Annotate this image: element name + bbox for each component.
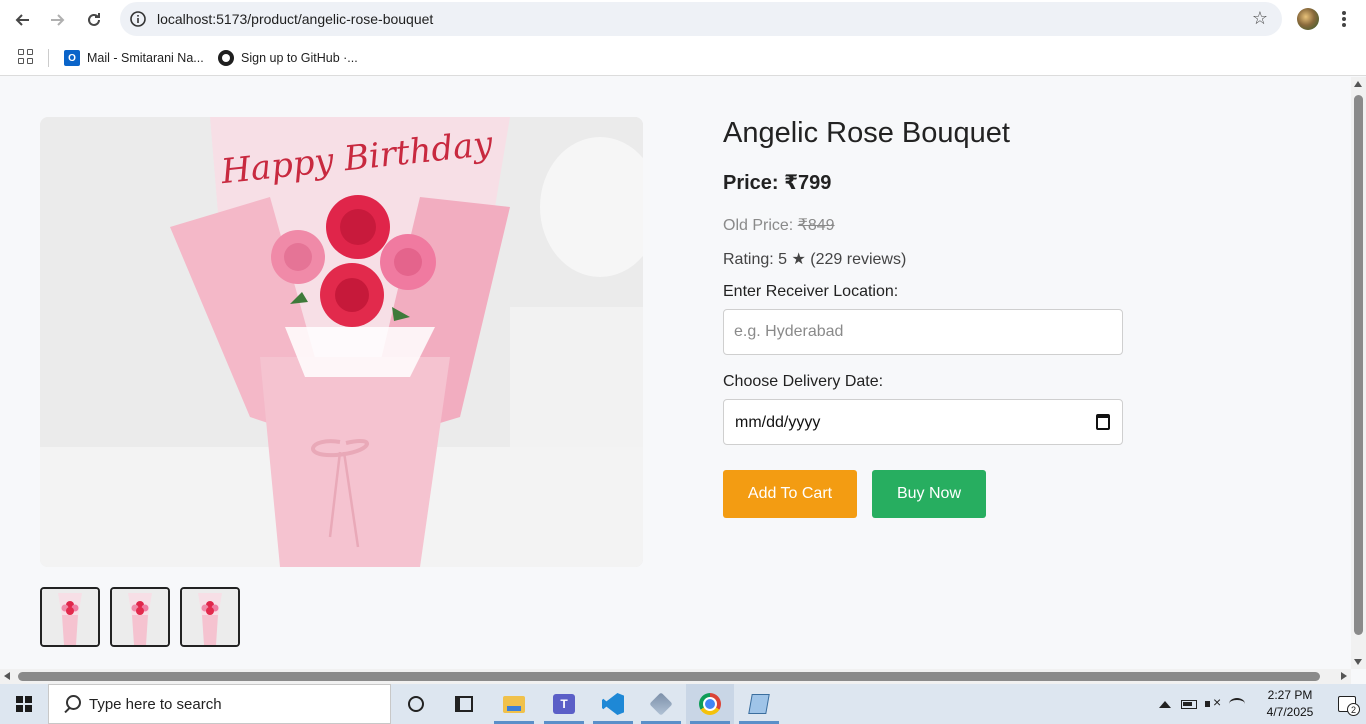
product-main-image: Happy Birthday <box>40 117 643 567</box>
product-thumbnail[interactable] <box>40 587 100 647</box>
site-info-icon[interactable] <box>128 9 148 29</box>
product-title: Angelic Rose Bouquet <box>723 117 1010 149</box>
teams-icon: T <box>553 694 575 714</box>
outlook-icon: O <box>64 50 80 66</box>
cortana-icon <box>408 696 424 712</box>
old-price-value: ₹849 <box>797 217 835 234</box>
windows-logo-icon <box>16 696 32 712</box>
bookmark-mail-label: Mail - Smitarani Na... <box>87 51 204 65</box>
bookmark-github[interactable]: Sign up to GitHub ·... <box>218 48 358 68</box>
bookmark-mail[interactable]: O Mail - Smitarani Na... <box>64 48 204 68</box>
scroll-left-icon[interactable] <box>4 672 10 680</box>
vertical-scroll-thumb[interactable] <box>1354 95 1363 635</box>
product-thumbnail[interactable] <box>180 587 240 647</box>
scroll-up-icon[interactable] <box>1354 81 1362 87</box>
battery-status[interactable] <box>1178 684 1200 724</box>
gitkraken-icon <box>649 692 673 716</box>
file-explorer-icon <box>503 695 525 713</box>
taskbar-teams[interactable]: T <box>540 684 588 724</box>
address-bar[interactable]: localhost:5173/product/angelic-rose-bouq… <box>120 2 1282 36</box>
delivery-date-value: mm/dd/yyyy <box>735 414 821 431</box>
browser-menu-icon[interactable] <box>1334 8 1354 30</box>
scroll-down-icon[interactable] <box>1354 659 1362 665</box>
system-tray: 2:27 PM 4/7/2025 2 <box>1152 684 1366 724</box>
vertical-scrollbar[interactable] <box>1351 77 1366 669</box>
location-label: Enter Receiver Location: <box>723 283 899 300</box>
bookmarks-bar: O Mail - Smitarani Na... Sign up to GitH… <box>0 40 1366 76</box>
taskbar-search-placeholder: Type here to search <box>89 695 222 713</box>
back-arrow-icon[interactable] <box>8 6 36 34</box>
delivery-date-input[interactable]: mm/dd/yyyy <box>723 399 1123 445</box>
product-thumbnail[interactable] <box>110 587 170 647</box>
product-price: Price: ₹799 <box>723 172 832 194</box>
location-input[interactable] <box>723 309 1123 355</box>
task-view-button[interactable] <box>440 684 488 724</box>
taskbar-gitkraken[interactable] <box>637 684 685 724</box>
cortana-button[interactable] <box>392 684 440 724</box>
buy-now-button[interactable]: Buy Now <box>872 470 986 518</box>
volume-status[interactable] <box>1202 684 1224 724</box>
old-price-label: Old Price: <box>723 217 798 234</box>
wifi-icon <box>1229 698 1245 710</box>
bookmark-star-icon[interactable]: ☆ <box>1252 8 1268 29</box>
taskbar-vscode[interactable] <box>589 684 637 724</box>
start-button[interactable] <box>0 684 48 724</box>
old-price: Old Price: ₹849 <box>723 215 835 235</box>
taskbar-file-explorer[interactable] <box>490 684 538 724</box>
vscode-icon <box>602 693 624 715</box>
action-center-button[interactable]: 2 <box>1328 684 1366 724</box>
show-hidden-icons[interactable] <box>1154 684 1176 724</box>
browser-toolbar: localhost:5173/product/angelic-rose-bouq… <box>0 0 1366 40</box>
volume-muted-icon <box>1205 694 1221 711</box>
add-to-cart-button[interactable]: Add To Cart <box>723 470 857 518</box>
taskbar-notepad[interactable] <box>735 684 783 724</box>
battery-icon <box>1181 699 1197 709</box>
taskbar-chrome[interactable] <box>686 684 734 724</box>
taskbar-clock[interactable]: 2:27 PM 4/7/2025 <box>1252 687 1328 721</box>
clock-date: 4/7/2025 <box>1266 705 1314 719</box>
horizontal-scrollbar[interactable] <box>0 669 1351 684</box>
chevron-up-icon <box>1159 700 1171 708</box>
search-icon <box>63 695 81 713</box>
forward-arrow-icon[interactable] <box>44 6 72 34</box>
clock-time: 2:27 PM <box>1267 688 1313 702</box>
notepad-icon <box>748 694 770 714</box>
chrome-icon <box>699 693 721 715</box>
bookmarks-divider <box>48 49 49 67</box>
delivery-date-label: Choose Delivery Date: <box>723 373 884 390</box>
taskbar-search[interactable]: Type here to search <box>48 684 391 724</box>
product-rating: Rating: 5 ★ (229 reviews) <box>723 251 907 268</box>
scroll-right-icon[interactable] <box>1341 672 1347 680</box>
thumbnail-strip <box>40 587 240 647</box>
profile-avatar[interactable] <box>1297 8 1319 30</box>
product-page: Happy Birthday Angelic Rose Bouquet Pric… <box>0 77 1351 669</box>
windows-taskbar: Type here to search T 2:27 PM 4/7/2025 2 <box>0 684 1366 724</box>
calendar-icon[interactable] <box>1096 414 1110 430</box>
network-status[interactable] <box>1226 684 1248 724</box>
apps-grid-icon[interactable] <box>18 49 34 65</box>
task-view-icon <box>455 696 473 712</box>
notification-count: 2 <box>1347 703 1360 716</box>
horizontal-scroll-thumb[interactable] <box>18 672 1320 681</box>
github-icon <box>218 50 234 66</box>
address-bar-url: localhost:5173/product/angelic-rose-bouq… <box>157 11 434 27</box>
reload-icon[interactable] <box>80 6 108 34</box>
bookmark-github-label: Sign up to GitHub ·... <box>241 51 358 65</box>
